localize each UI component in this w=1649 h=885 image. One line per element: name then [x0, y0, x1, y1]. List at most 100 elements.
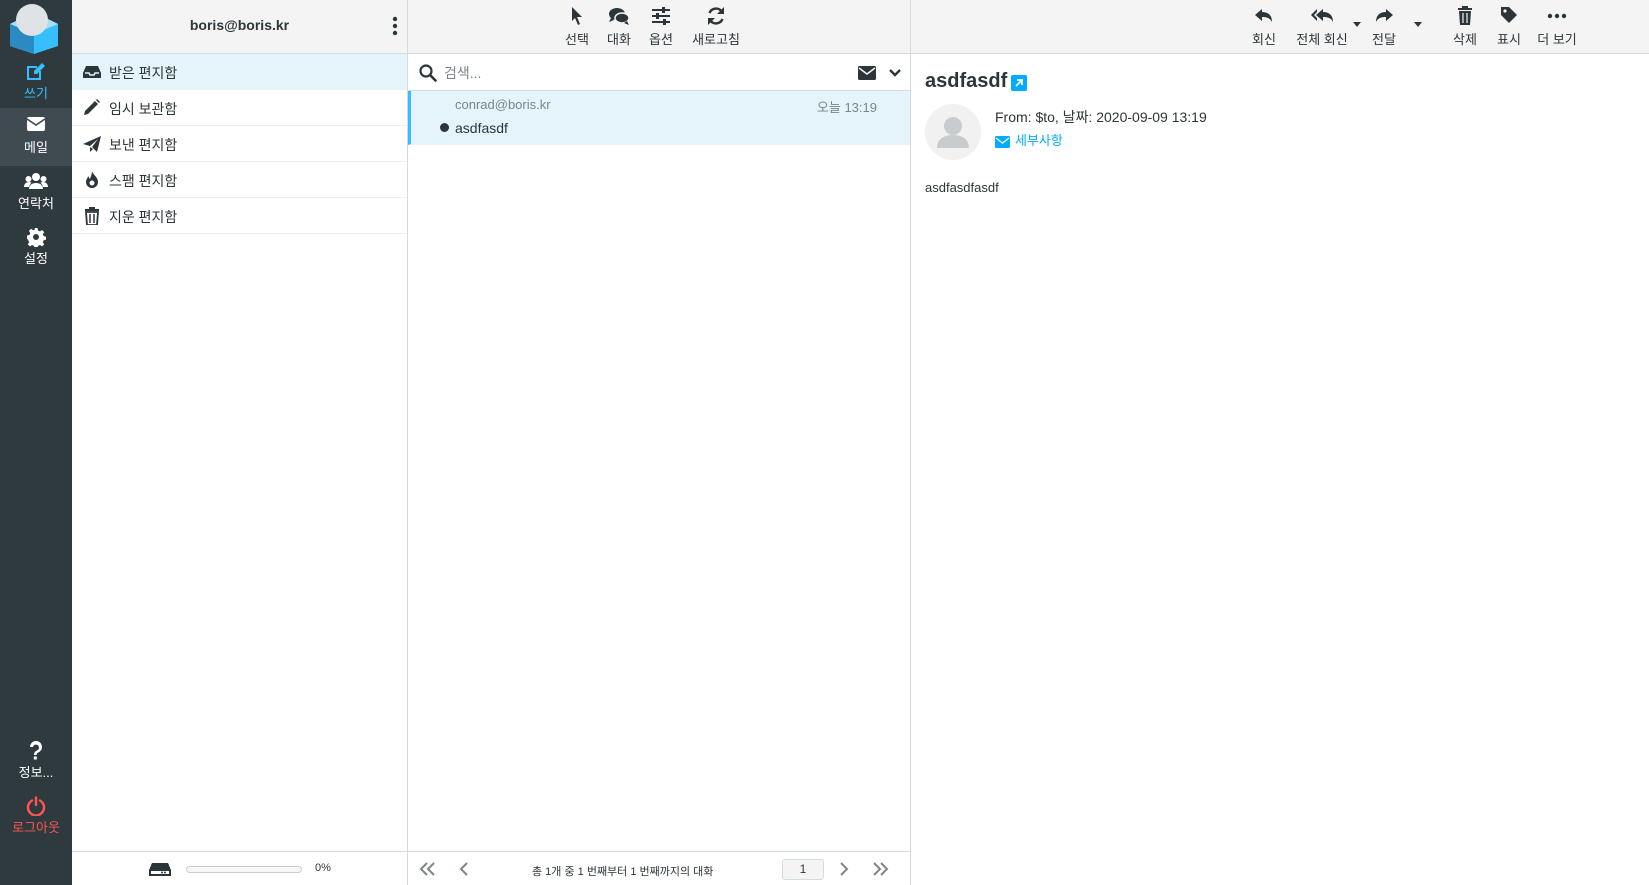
quota-footer: 0%	[72, 851, 407, 885]
roundcube-logo[interactable]	[6, 2, 62, 54]
nav-compose-label: 쓰기	[24, 86, 48, 101]
select-button[interactable]: 선택	[560, 5, 594, 48]
inbox-icon	[83, 66, 101, 78]
mark-button[interactable]: 표시	[1493, 5, 1525, 48]
pagination-footer: 총 1개 중 1 번째부터 1 번째까지의 대화 1	[408, 851, 910, 885]
question-icon	[0, 733, 72, 761]
nav-mail-label: 메일	[24, 140, 48, 155]
first-page-icon[interactable]	[418, 861, 438, 877]
forward-icon	[1376, 9, 1393, 22]
app-nav: 쓰기 메일 연락처 설정 정보... 로그아웃	[0, 0, 72, 885]
next-page-icon[interactable]	[834, 861, 854, 877]
refresh-button[interactable]: 새로고침	[688, 5, 744, 48]
reply-label: 회신	[1252, 32, 1276, 47]
folder-drafts-label: 임시 보관함	[109, 101, 178, 117]
forward-dropdown-icon[interactable]	[1414, 22, 1422, 27]
hard-drive-icon	[149, 863, 171, 876]
nav-compose[interactable]: 쓰기	[0, 54, 72, 112]
unread-dot-icon[interactable]	[440, 123, 449, 132]
folder-spam[interactable]: 스팸 편지함	[72, 162, 407, 198]
reply-all-label: 전체 회신	[1296, 32, 1348, 47]
folder-pane-header: boris@boris.kr	[72, 0, 407, 54]
search-input[interactable]	[444, 60, 824, 85]
chevron-down-icon[interactable]	[888, 66, 902, 80]
envelope-icon[interactable]	[858, 66, 876, 80]
refresh-icon	[708, 7, 724, 25]
message-toolbar: 회신 전체 회신 전달 삭제 표시 더 보기	[911, 0, 1649, 54]
nav-contacts[interactable]: 연락처	[0, 164, 72, 222]
quota-text: 0%	[315, 862, 331, 874]
threads-button[interactable]: 대화	[602, 5, 636, 48]
folder-trash[interactable]: 지운 편지함	[72, 198, 407, 234]
nav-settings[interactable]: 설정	[0, 219, 72, 277]
select-label: 선택	[565, 32, 589, 47]
fire-icon	[86, 171, 98, 188]
folder-spam-label: 스팸 편지함	[109, 173, 178, 189]
page-number-input[interactable]: 1	[782, 859, 824, 880]
sender-avatar	[925, 104, 981, 160]
message-view-pane: 회신 전체 회신 전달 삭제 표시 더 보기 asdfasdf From: $t…	[911, 0, 1649, 885]
options-label: 옵션	[649, 32, 673, 47]
vertical-dots-icon[interactable]	[391, 16, 399, 36]
nav-about[interactable]: 정보...	[0, 733, 72, 791]
tag-icon	[1501, 7, 1517, 23]
mark-label: 표시	[1497, 32, 1521, 47]
gear-icon	[0, 219, 72, 249]
more-label: 더 보기	[1537, 32, 1577, 47]
nav-logout[interactable]: 로그아웃	[0, 788, 72, 846]
folder-inbox-label: 받은 편지함	[109, 65, 178, 81]
delete-label: 삭제	[1453, 32, 1477, 47]
envelope-icon	[0, 108, 72, 136]
delete-button[interactable]: 삭제	[1448, 5, 1482, 48]
message-header-line: From: $to, 날짜: 2020-09-09 13:19	[995, 109, 1207, 125]
threads-label: 대화	[607, 32, 631, 47]
paper-plane-icon	[83, 136, 101, 152]
account-name: boris@boris.kr	[189, 17, 290, 33]
message-date: 오늘 13:19	[816, 100, 877, 115]
more-button[interactable]: 더 보기	[1535, 5, 1579, 48]
more-dots-icon	[1547, 13, 1567, 19]
details-link[interactable]: 세부사항	[995, 130, 1063, 149]
reply-all-dropdown-icon[interactable]	[1353, 22, 1361, 27]
trash-icon	[85, 207, 99, 225]
user-silhouette-icon	[937, 117, 969, 148]
list-toolbar: 선택 대화 옵션 새로고침	[408, 0, 910, 54]
forward-label: 전달	[1372, 32, 1396, 47]
nav-mail[interactable]: 메일	[0, 108, 72, 166]
message-list-pane: 선택 대화 옵션 새로고침 conrad@boris.kr 오늘 13:19 a…	[408, 0, 911, 885]
message-subject-heading: asdfasdf	[925, 70, 1008, 92]
reply-icon	[1255, 9, 1272, 22]
folder-drafts[interactable]: 임시 보관함	[72, 90, 407, 126]
users-icon	[0, 164, 72, 192]
folder-sent-label: 보낸 편지함	[109, 137, 178, 153]
message-row[interactable]: conrad@boris.kr 오늘 13:19 asdfasdf	[408, 91, 910, 145]
reply-button[interactable]: 회신	[1248, 5, 1280, 48]
nav-logout-label: 로그아웃	[12, 820, 60, 835]
pagination-count: 총 1개 중 1 번째부터 1 번째까지의 대화	[532, 866, 714, 878]
message-body: asdfasdfasdf	[925, 180, 999, 195]
nav-contacts-label: 연락처	[18, 196, 54, 211]
nav-settings-label: 설정	[24, 251, 48, 266]
details-label: 세부사항	[1015, 133, 1063, 148]
power-icon	[0, 788, 72, 817]
last-page-icon[interactable]	[870, 861, 890, 877]
folder-sent[interactable]: 보낸 편지함	[72, 126, 407, 162]
prev-page-icon[interactable]	[454, 861, 474, 877]
external-link-icon[interactable]	[1011, 75, 1027, 91]
reply-all-icon	[1311, 9, 1333, 22]
sliders-icon	[652, 7, 670, 25]
options-button[interactable]: 옵션	[644, 5, 678, 48]
message-subject: asdfasdf	[455, 120, 508, 136]
folder-pane: boris@boris.kr 받은 편지함 임시 보관함 보낸 편지함 스팸 편…	[72, 0, 408, 885]
search-bar	[408, 54, 910, 91]
envelope-icon	[995, 136, 1010, 148]
reply-all-button[interactable]: 전체 회신	[1293, 5, 1351, 48]
folder-trash-label: 지운 편지함	[109, 209, 178, 225]
search-icon[interactable]	[419, 64, 437, 82]
forward-button[interactable]: 전달	[1368, 5, 1400, 48]
quota-bar	[186, 866, 302, 873]
refresh-label: 새로고침	[692, 32, 740, 47]
folder-inbox[interactable]: 받은 편지함	[72, 54, 407, 90]
trash-icon	[1458, 6, 1472, 25]
nav-about-label: 정보...	[18, 765, 54, 780]
